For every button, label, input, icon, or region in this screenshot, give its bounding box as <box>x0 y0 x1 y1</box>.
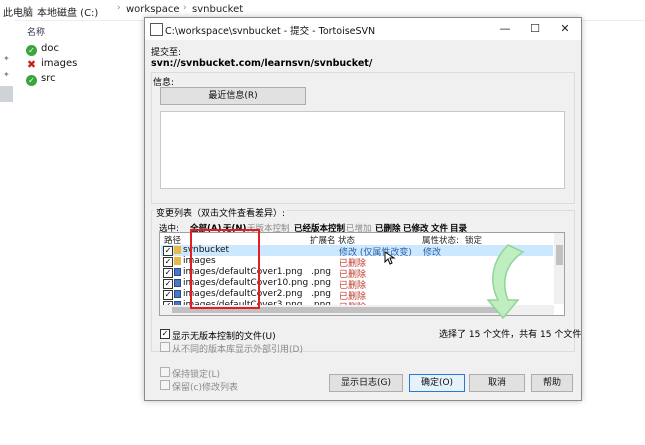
breadcrumb-item-svnbucket[interactable]: svnbucket <box>192 4 243 15</box>
folder-icon <box>174 257 181 265</box>
keep-changelists-label: 保留(c)修改列表 <box>172 383 238 393</box>
chevron-right-icon: › <box>117 3 121 13</box>
file-name: src <box>41 73 56 84</box>
show-externals-checkbox[interactable] <box>160 342 170 352</box>
chevron-right-icon: › <box>28 3 32 13</box>
file-name: images <box>41 58 78 69</box>
file-item-images[interactable]: ✖ images <box>26 58 77 71</box>
tortoisesvn-logo-icon <box>486 244 525 320</box>
row-ext: .png <box>311 289 331 299</box>
row-checkbox[interactable]: ✓ <box>163 290 173 300</box>
explorer-nav-pane: ✦ ✦ <box>0 20 14 445</box>
keep-locks-label: 保持锁定(L) <box>172 370 221 380</box>
ok-button[interactable]: 确定(O) <box>409 374 465 392</box>
chevron-right-icon: › <box>183 3 187 13</box>
keep-changelists-checkbox[interactable] <box>160 380 170 390</box>
window-icon <box>150 23 163 36</box>
maximize-button[interactable]: ☐ <box>523 21 547 37</box>
show-unversioned-label: 显示无版本控制的文件(U) <box>172 332 276 342</box>
image-file-icon <box>174 279 181 287</box>
row-ext: .png <box>311 267 331 277</box>
breadcrumb-item-c-drive[interactable]: 本地磁盘 (C:) <box>37 4 98 19</box>
selection-summary: 选择了 15 个文件，共有 15 个文件 <box>439 330 582 340</box>
file-name: doc <box>41 43 59 54</box>
vertical-scroll-thumb[interactable] <box>556 245 563 265</box>
column-header-name[interactable]: 名称 <box>27 25 45 38</box>
show-unversioned-checkbox[interactable]: ✓ <box>160 329 170 339</box>
nav-pane-scrollbar[interactable] <box>0 86 13 102</box>
minimize-button[interactable]: — <box>493 21 517 37</box>
row-checkbox[interactable]: ✓ <box>163 268 173 278</box>
row-checkbox[interactable]: ✓ <box>163 279 173 289</box>
recent-messages-button[interactable]: 最近信息(R) <box>160 87 306 105</box>
pin-icon[interactable]: ✦ <box>3 70 10 79</box>
file-item-doc[interactable]: ✓ doc <box>26 43 59 56</box>
pin-icon[interactable]: ✦ <box>3 54 10 63</box>
svn-normal-overlay-icon: ✓ <box>26 75 37 86</box>
show-externals-label: 从不同的版本库显示外部引用(D) <box>172 345 303 355</box>
dialog-titlebar[interactable]: C:\workspace\svnbucket - 提交 - TortoiseSV… <box>145 18 581 40</box>
image-file-icon <box>174 290 181 298</box>
row-checkbox[interactable]: ✓ <box>163 257 173 267</box>
breadcrumb-item-workspace[interactable]: workspace <box>126 4 180 15</box>
image-file-icon <box>174 268 181 276</box>
svn-deleted-overlay-icon: ✖ <box>26 58 37 71</box>
svn-normal-overlay-icon: ✓ <box>26 45 37 56</box>
changes-label: 变更列表（双击文件查看差异）: <box>154 206 288 219</box>
row-checkbox[interactable]: ✓ <box>163 246 173 256</box>
list-vertical-scrollbar[interactable] <box>554 233 564 304</box>
keep-locks-checkbox[interactable] <box>160 367 170 377</box>
dialog-title: C:\workspace\svnbucket - 提交 - TortoiseSV… <box>165 26 376 37</box>
help-button[interactable]: 帮助 <box>531 374 573 392</box>
commit-to-label: 提交至: <box>151 48 182 58</box>
cancel-button[interactable]: 取消 <box>469 374 525 392</box>
commit-url: svn://svnbucket.com/learnsvn/svnbucket/ <box>151 58 373 69</box>
close-button[interactable]: ✕ <box>553 21 577 37</box>
show-log-button[interactable]: 显示日志(G) <box>329 374 403 392</box>
commit-message-input[interactable] <box>160 111 565 189</box>
commit-dialog: C:\workspace\svnbucket - 提交 - TortoiseSV… <box>144 17 582 401</box>
mouse-cursor-icon <box>384 251 396 265</box>
row-ext: .png <box>311 278 331 288</box>
highlight-annotation <box>190 229 260 309</box>
folder-icon <box>174 246 181 254</box>
file-item-src[interactable]: ✓ src <box>26 73 56 86</box>
